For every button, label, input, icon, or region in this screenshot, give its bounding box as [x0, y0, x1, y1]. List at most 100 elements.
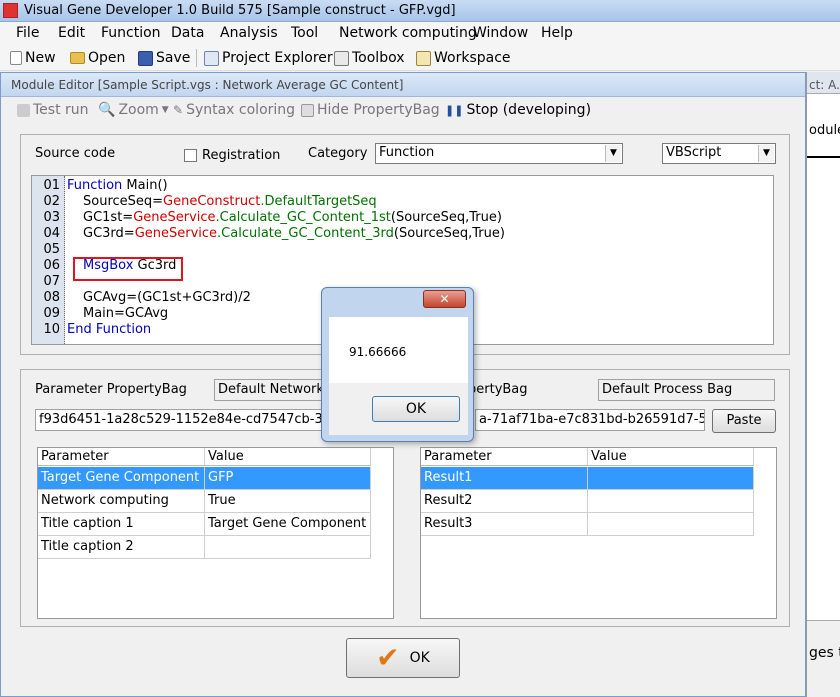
- highlight-annotation-box: [73, 257, 183, 281]
- checkmark-icon: ✔: [376, 641, 400, 674]
- table-row[interactable]: Result2: [421, 490, 754, 513]
- menu-function[interactable]: Function: [101, 25, 161, 41]
- parameter-name-cell[interactable]: Target Gene Component ID: [38, 467, 205, 490]
- project-explorer-label: Project Explorer: [222, 50, 333, 66]
- table-row[interactable]: Target Gene Component ID GFP: [38, 467, 371, 490]
- grid-column-header[interactable]: Parameter: [421, 448, 588, 466]
- code-text: GC3rd=: [83, 226, 135, 241]
- background-window-divider: [807, 156, 840, 158]
- test-run-button[interactable]: Test run: [17, 102, 89, 118]
- result-value-cell[interactable]: [588, 490, 754, 513]
- menu-window[interactable]: Window: [473, 25, 528, 41]
- open-label: Open: [88, 50, 126, 66]
- syntax-coloring-label: Syntax coloring: [186, 102, 296, 118]
- parameter-value-cell[interactable]: Target Gene Component ID: [205, 513, 371, 536]
- new-label: New: [25, 50, 56, 66]
- language-value: VBScript: [666, 145, 722, 160]
- registration-label: Registration: [202, 148, 281, 163]
- chevron-down-icon[interactable]: ▼: [605, 145, 621, 162]
- result-propertybag-label: pertyBag: [468, 382, 528, 397]
- syntax-coloring-button[interactable]: ✎ Syntax coloring: [173, 102, 295, 118]
- propertybag-icon: [301, 103, 314, 117]
- parameter-value-cell[interactable]: True: [205, 490, 371, 513]
- code-object: GeneService: [133, 210, 216, 225]
- parameter-name-cell[interactable]: Title caption 1: [38, 513, 205, 536]
- table-row[interactable]: Result3: [421, 513, 754, 536]
- project-explorer-button[interactable]: Project Explorer: [204, 49, 333, 67]
- code-line: GC3rd=GeneService.Calculate_GC_Content_3…: [83, 226, 505, 241]
- module-editor-title-bar[interactable]: Module Editor [Sample Script.vgs : Netwo…: [1, 73, 805, 97]
- grid-column-header[interactable]: Value: [588, 448, 754, 466]
- parameter-value-cell[interactable]: GFP: [205, 467, 371, 490]
- close-icon[interactable]: ✕: [423, 290, 466, 308]
- code-line: Main=GCAvg: [83, 306, 168, 321]
- source-code-label: Source code: [35, 146, 116, 161]
- result-guid-field[interactable]: a-71af71ba-e7c831bd-b26591d7-5eP9c: [475, 409, 705, 431]
- menu-tool[interactable]: Tool: [291, 25, 318, 41]
- paste-button[interactable]: Paste: [712, 409, 776, 433]
- menu-help[interactable]: Help: [541, 25, 573, 41]
- message-box-footer: OK: [329, 383, 468, 435]
- category-select[interactable]: Function ▼: [375, 143, 623, 164]
- workspace-button[interactable]: Workspace: [416, 49, 511, 67]
- chevron-down-icon[interactable]: ▼: [758, 145, 774, 162]
- table-row[interactable]: Network computing True: [38, 490, 371, 513]
- test-run-icon: [17, 103, 30, 117]
- menu-data[interactable]: Data: [171, 25, 204, 41]
- result-value-cell[interactable]: [588, 513, 754, 536]
- new-button[interactable]: New: [10, 49, 56, 67]
- code-line: GC1st=GeneService.Calculate_GC_Content_1…: [83, 210, 502, 225]
- background-window-text-mid: odule: [809, 123, 840, 138]
- parameter-value-cell[interactable]: [205, 536, 371, 559]
- menu-analysis[interactable]: Analysis: [220, 25, 278, 41]
- parameter-name-cell[interactable]: Title caption 2: [38, 536, 205, 559]
- code-text: GCAvg=(GC1st+GC3rd)/2: [83, 290, 251, 305]
- result-value-cell[interactable]: [588, 467, 754, 490]
- line-number: 10: [43, 322, 60, 337]
- code-text: (SourceSeq,True): [390, 210, 502, 225]
- ok-label: OK: [409, 650, 430, 666]
- hide-propertybag-button[interactable]: Hide PropertyBag: [301, 102, 440, 118]
- toolbox-icon: [334, 50, 349, 66]
- code-keyword: End Function: [67, 322, 152, 337]
- code-text: Main(): [122, 178, 168, 193]
- stop-developing-button[interactable]: ❚❚ Stop (developing): [445, 102, 591, 118]
- message-box-content: 91.66666: [329, 317, 468, 383]
- code-text: (SourceSeq,True): [393, 226, 505, 241]
- registration-checkbox[interactable]: [184, 149, 197, 162]
- code-line: Function Main(): [67, 178, 168, 193]
- result-name-cell[interactable]: Result1: [421, 467, 588, 490]
- result-name-cell[interactable]: Result2: [421, 490, 588, 513]
- magnifier-icon: 🔍: [98, 102, 116, 118]
- menu-network-computing[interactable]: Network computing: [339, 25, 477, 41]
- result-name-cell[interactable]: Result3: [421, 513, 588, 536]
- grid-column-header[interactable]: Value: [205, 448, 371, 466]
- parameter-guid-field[interactable]: f93d6451-1a28c529-1152e84e-cd7547cb-3XGu…: [35, 409, 335, 431]
- table-row[interactable]: Title caption 2: [38, 536, 371, 559]
- result-grid: Parameter Value Result1 Result2 Result3: [420, 447, 777, 619]
- menu-file[interactable]: File: [16, 25, 39, 41]
- code-line: GCAvg=(GC1st+GC3rd)/2: [83, 290, 251, 305]
- save-button[interactable]: Save: [138, 49, 190, 67]
- language-select[interactable]: VBScript ▼: [662, 143, 776, 164]
- table-row[interactable]: Result1: [421, 467, 754, 490]
- main-toolbar: New Open Save Project Explorer Toolbox W…: [0, 45, 840, 71]
- open-button[interactable]: Open: [70, 49, 125, 67]
- parameter-propertybag-label: Parameter PropertyBag: [35, 382, 187, 397]
- toolbox-button[interactable]: Toolbox: [334, 49, 405, 67]
- table-row[interactable]: Title caption 1 Target Gene Component ID: [38, 513, 371, 536]
- parameter-grid: Parameter Value Target Gene Component ID…: [37, 447, 394, 619]
- chevron-down-icon: ▼: [161, 105, 169, 115]
- category-label: Category: [308, 146, 368, 161]
- message-box-ok-button[interactable]: OK: [372, 396, 460, 422]
- zoom-label: Zoom: [118, 102, 159, 118]
- grid-column-header[interactable]: Parameter: [38, 448, 205, 466]
- menu-edit[interactable]: Edit: [58, 25, 85, 41]
- code-method: .Calculate_GC_Content_3rd: [217, 226, 394, 241]
- save-label: Save: [156, 50, 191, 66]
- zoom-button[interactable]: 🔍 Zoom ▼: [98, 102, 169, 118]
- parameter-name-cell[interactable]: Network computing: [38, 490, 205, 513]
- module-editor-ok-button[interactable]: ✔ OK: [346, 638, 460, 678]
- stop-developing-label: Stop (developing): [466, 102, 592, 118]
- message-box-value: 91.66666: [349, 345, 407, 359]
